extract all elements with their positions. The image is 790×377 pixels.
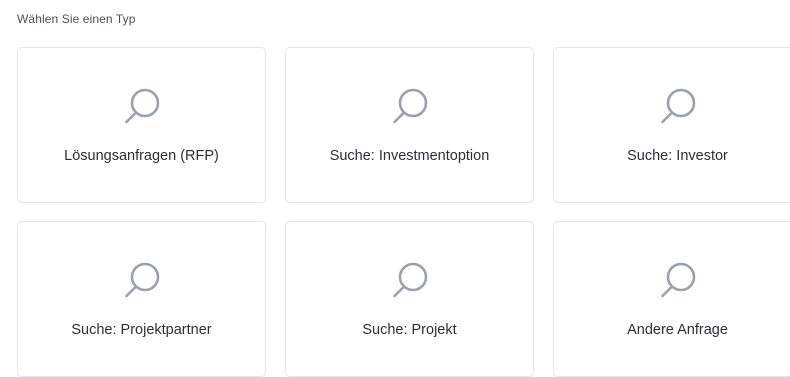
type-card-andere-anfrage[interactable]: Andere Anfrage xyxy=(553,221,790,377)
type-card-rfp[interactable]: Lösungsanfragen (RFP) xyxy=(17,47,266,203)
type-card-investor[interactable]: Suche: Investor xyxy=(553,47,790,203)
type-card-label: Suche: Projektpartner xyxy=(71,322,212,338)
search-icon xyxy=(124,88,159,124)
type-card-projekt[interactable]: Suche: Projekt xyxy=(285,221,534,377)
search-icon xyxy=(392,262,427,298)
type-card-label: Suche: Projekt xyxy=(362,322,457,338)
type-grid: Lösungsanfragen (RFP) Suche: Investmento… xyxy=(17,47,790,377)
type-card-label: Suche: Investmentoption xyxy=(329,148,490,164)
section-label: Wählen Sie einen Typ xyxy=(17,12,136,26)
type-card-investmentoption[interactable]: Suche: Investmentoption xyxy=(285,47,534,203)
search-icon xyxy=(660,262,695,298)
type-card-label: Lösungsanfragen (RFP) xyxy=(64,148,219,164)
type-card-projektpartner[interactable]: Suche: Projektpartner xyxy=(17,221,266,377)
search-icon xyxy=(124,262,159,298)
type-card-label: Andere Anfrage xyxy=(627,322,728,338)
search-icon xyxy=(660,88,695,124)
search-icon xyxy=(392,88,427,124)
type-card-label: Suche: Investor xyxy=(627,148,728,164)
